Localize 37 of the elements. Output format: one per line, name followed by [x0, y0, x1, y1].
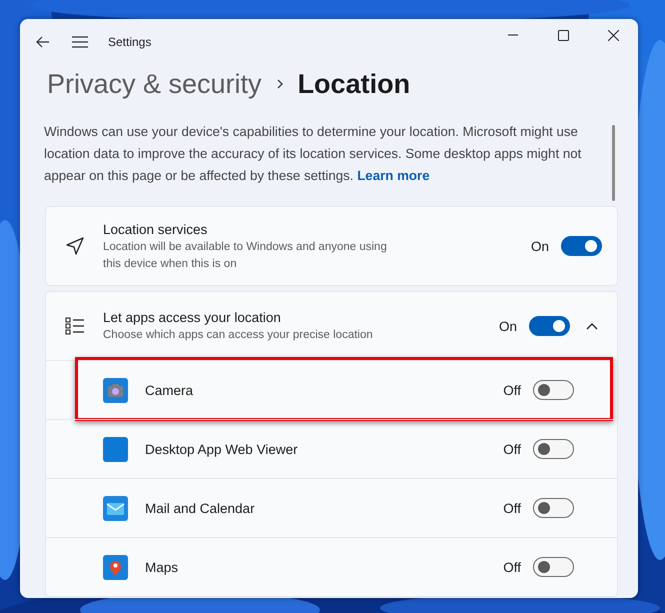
close-icon: [608, 30, 618, 40]
learn-more-link[interactable]: Learn more: [357, 168, 430, 183]
toggle-switch[interactable]: [561, 236, 602, 256]
map-pin-icon: [103, 554, 128, 580]
minimize-icon: [508, 34, 518, 36]
description-text: Windows can use your device's capabilities to determine your location. Microsoft might use location data to improve the accuracy of its location services. Some desktop apps might not appear on this page or be affected by these settings. Learn more: [44, 123, 582, 185]
app-name: Desktop App Web Viewer: [145, 442, 299, 456]
setting-description: Choose which apps can access your precise location: [103, 328, 374, 343]
toggle-state-label: Off: [503, 382, 521, 398]
toggle-switch[interactable]: [533, 498, 574, 518]
toggle-switch[interactable]: [533, 557, 574, 577]
app-name: Camera: [145, 382, 194, 398]
setting-title: Location services: [103, 220, 208, 238]
chevron-right-icon: [276, 78, 284, 90]
maximize-icon: [558, 30, 568, 40]
toggle-switch[interactable]: [533, 439, 574, 459]
app-tile-icon: [103, 436, 128, 462]
toggle-switch[interactable]: [529, 316, 570, 336]
toggle-state-label: On: [530, 238, 549, 254]
camera-icon: [103, 378, 128, 402]
page-title: Location: [298, 68, 410, 100]
setting-title: Let apps access your location: [103, 309, 282, 327]
scrollbar[interactable]: [612, 125, 615, 201]
toggle-switch[interactable]: [533, 380, 574, 400]
toggle-state-label: Off: [503, 500, 521, 516]
envelope-icon: [103, 496, 128, 520]
toggle-state-label: Off: [503, 560, 521, 574]
app-name: Mail and Calendar: [145, 500, 256, 516]
toggle-state-label: Off: [503, 442, 521, 456]
setting-description: Location will be available to Windows and anyone using this device when this is on: [103, 240, 388, 272]
list-icon: [63, 317, 87, 335]
menu-icon: [72, 36, 88, 48]
breadcrumb-link[interactable]: Privacy & security: [47, 68, 262, 100]
back-arrow-icon: [36, 36, 50, 48]
app-name: Maps: [145, 560, 180, 574]
toggle-state-label: On: [498, 318, 517, 334]
window-title: Settings: [108, 35, 152, 49]
